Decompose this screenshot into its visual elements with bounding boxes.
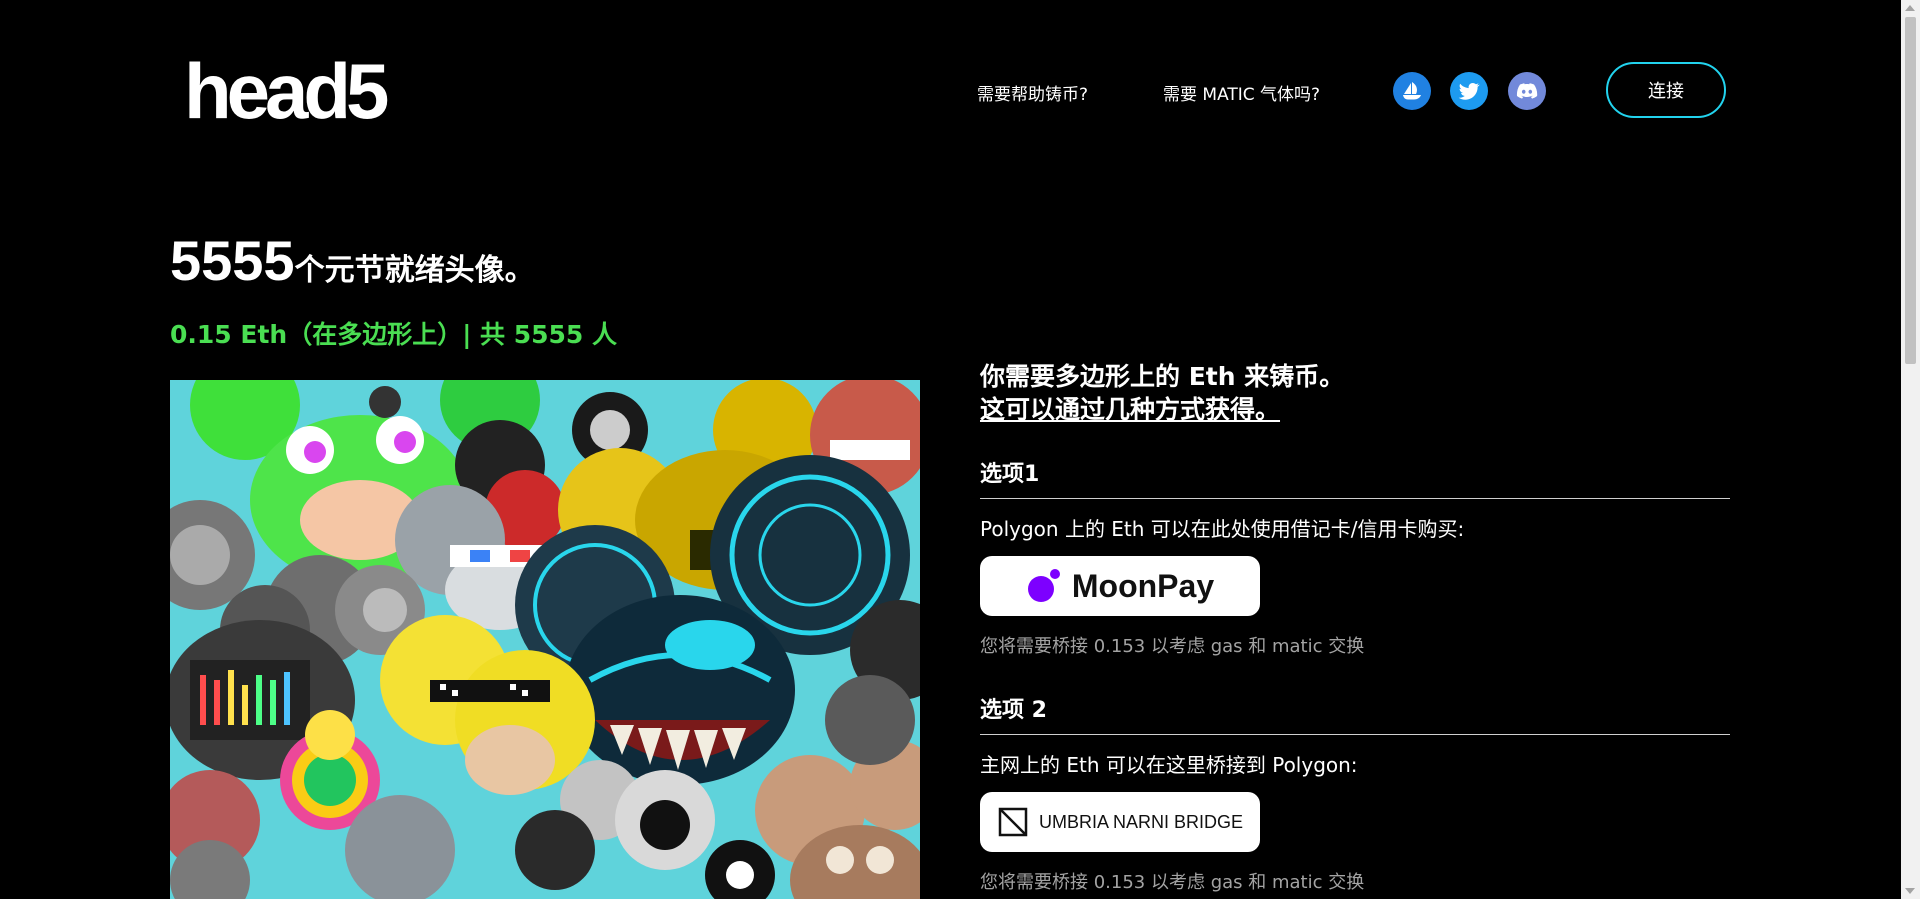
- option-2-heading: 选项 2: [980, 692, 1730, 735]
- moonpay-button[interactable]: MoonPay: [980, 556, 1260, 616]
- nav-need-matic-link[interactable]: 需要 MATIC 气体吗?: [1163, 80, 1320, 105]
- intro-line-2: 这可以通过几种方式获得。: [980, 395, 1281, 424]
- opensea-link[interactable]: [1393, 72, 1431, 110]
- hero-title-text: 个元节就绪头像。: [294, 253, 535, 288]
- opensea-icon: [1403, 82, 1421, 100]
- scroll-up-arrow-icon[interactable]: [1905, 5, 1915, 11]
- connect-button[interactable]: 连接: [1606, 62, 1726, 118]
- twitter-link[interactable]: [1450, 72, 1488, 110]
- avatar-collage-art: [170, 380, 920, 899]
- twitter-icon: [1458, 82, 1480, 100]
- umbria-bridge-button[interactable]: UMBRIA NARNI BRIDGE: [980, 792, 1260, 852]
- scroll-down-arrow-icon[interactable]: [1905, 888, 1915, 894]
- price-line: 0.15 Eth（在多边形上）| 共 5555 人: [170, 320, 618, 349]
- hero-title-number: 5555: [170, 229, 295, 292]
- discord-link[interactable]: [1508, 72, 1546, 110]
- umbria-logo-icon: [998, 807, 1028, 837]
- option-1-note: 您将需要桥接 0.153 以考虑 gas 和 matic 交换: [980, 636, 1365, 657]
- head5-logo[interactable]: head5: [184, 52, 389, 130]
- option-1-heading: 选项1: [980, 456, 1730, 499]
- intro-line-1: 你需要多边形上的 Eth 来铸币。: [980, 362, 1345, 391]
- moonpay-label: MoonPay: [1071, 567, 1215, 604]
- option-1-section: 选项1 Polygon 上的 Eth 可以在此处使用借记卡/信用卡购买: Moo…: [980, 456, 1730, 658]
- scrollbar-thumb[interactable]: [1905, 17, 1916, 364]
- umbria-label: UMBRIA NARNI BRIDGE: [1038, 811, 1244, 832]
- option-2-description: 主网上的 Eth 可以在这里桥接到 Polygon:: [980, 753, 1358, 777]
- nav-help-mint-link[interactable]: 需要帮助铸币?: [977, 80, 1088, 105]
- hero-title: 5555个元节就绪头像。: [170, 228, 535, 293]
- right-column: 你需要多边形上的 Eth 来铸币。 这可以通过几种方式获得。 选项1 Polyg…: [980, 360, 1730, 894]
- moonpay-logo-icon: [1027, 569, 1060, 602]
- option-1-description: Polygon 上的 Eth 可以在此处使用借记卡/信用卡购买:: [980, 517, 1465, 541]
- vertical-scrollbar[interactable]: [1901, 0, 1920, 899]
- discord-icon: [1516, 83, 1538, 99]
- option-2-section: 选项 2 主网上的 Eth 可以在这里桥接到 Polygon: UMBRIA N…: [980, 692, 1730, 894]
- option-2-note: 您将需要桥接 0.153 以考虑 gas 和 matic 交换: [980, 872, 1365, 893]
- page: head5 需要帮助铸币? 需要 MATIC 气体吗? 连接 5555个元节就绪…: [0, 0, 1901, 899]
- avatar-collage-image: [170, 380, 920, 899]
